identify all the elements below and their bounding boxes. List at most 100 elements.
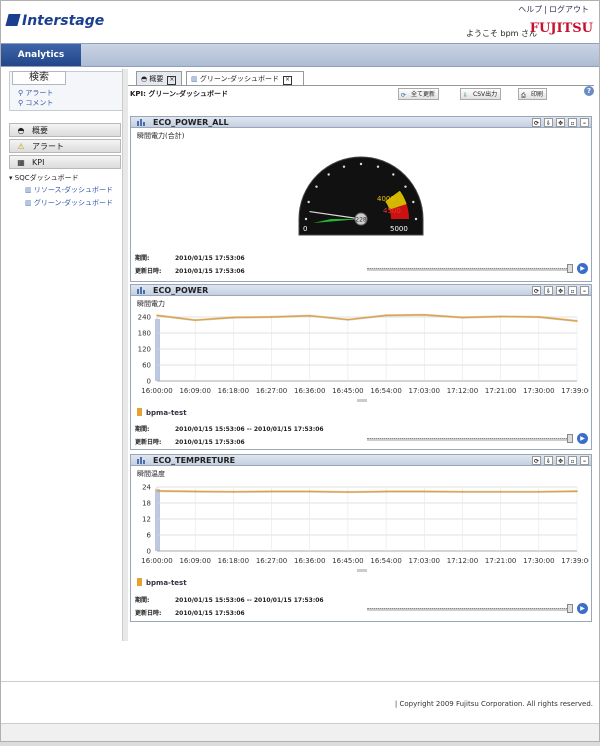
fujitsu-logo: FUJITSU [529, 21, 593, 36]
search-alert-link[interactable]: ⚲ アラート [18, 88, 53, 98]
search-tab[interactable]: 検索 [12, 71, 66, 85]
close-icon[interactable]: – [580, 456, 589, 465]
panel-tools: ⟳ ⇩ ✥ ▫ – [529, 286, 589, 295]
help-link[interactable]: ヘルプ [516, 5, 544, 14]
gauge-label: 4500 [383, 207, 401, 215]
slider-knob[interactable] [567, 264, 573, 273]
data-point [423, 490, 426, 493]
slider-track[interactable] [367, 268, 571, 271]
chart-icon: ▥ [25, 199, 32, 207]
move-icon[interactable]: ✥ [556, 286, 565, 295]
updated-row: 更新日時: 2010/01/15 17:53:06 [135, 268, 245, 275]
y-tick-label: 0 [147, 378, 151, 386]
refresh-icon[interactable]: ⟳ [532, 456, 541, 465]
period-row: 期間: 2010/01/15 17:53:06 [135, 255, 245, 262]
slider-track[interactable] [367, 438, 571, 441]
sidebar-item-alert[interactable]: ⚠ アラート [9, 139, 121, 153]
period-row: 期間: 2010/01/15 15:53:06 -- 2010/01/15 17:… [135, 597, 324, 604]
play-icon[interactable]: ▶ [577, 603, 588, 614]
data-point [232, 316, 235, 319]
data-point [347, 318, 349, 321]
tree-root-sqc[interactable]: ▾ SQCダッシュボード [9, 173, 79, 183]
tree-item-resource-dashboard[interactable]: ▥ リソース-ダッシュボード [25, 185, 113, 195]
refresh-icon[interactable]: ⟳ [532, 118, 541, 127]
slider-knob[interactable] [567, 604, 573, 613]
time-slider[interactable]: ▶ [367, 433, 591, 446]
update-all-button[interactable]: ⟳ 全て更新 [398, 88, 440, 100]
tree-item-green-dashboard[interactable]: ▥ グリーン-ダッシュボード [25, 198, 113, 208]
panel-title-bar: ECO_POWER_ALL ⟳ ⇩ ✥ ▫ – [131, 117, 591, 128]
x-tick-label: 16:54:00 [370, 387, 401, 395]
minimize-icon[interactable]: ▫ [568, 118, 577, 127]
close-icon[interactable]: × [167, 76, 177, 85]
data-point [499, 315, 502, 318]
welcome-text: ようこそ bpm さん [465, 29, 537, 38]
refresh-icon[interactable]: ⟳ [532, 286, 541, 295]
tab-green-dashboard[interactable]: ▥ グリーン-ダッシュボード × [186, 71, 304, 86]
panel-subtitle: 瞬間電力(合計) [137, 132, 185, 140]
play-icon[interactable]: ▶ [577, 263, 588, 274]
tree-expand-icon: ▾ [9, 174, 13, 182]
close-icon[interactable]: – [580, 286, 589, 295]
y-tick-label: 120 [138, 346, 151, 354]
data-point [385, 314, 387, 317]
play-icon[interactable]: ▶ [577, 433, 588, 444]
data-point [461, 316, 464, 319]
x-tick-label: 16:18:00 [218, 557, 249, 565]
data-point [347, 491, 349, 493]
x-tick-label: 16:00:00 [141, 387, 172, 395]
gauge-tick [412, 200, 415, 204]
export-icon[interactable]: ⇩ [544, 118, 553, 127]
nav-tab-analytics[interactable]: Analytics [1, 44, 81, 66]
data-point [270, 316, 273, 318]
x-tick-label: 17:39:00 [561, 557, 589, 565]
chart-resize-grip[interactable] [357, 399, 367, 402]
y-tick-label: 180 [138, 330, 151, 338]
y-tick-label: 12 [142, 516, 151, 524]
data-point [270, 490, 273, 493]
sidebar-item-kpi[interactable]: ▦ KPI [9, 155, 121, 169]
data-point [538, 316, 540, 318]
export-icon[interactable]: ⇩ [544, 456, 553, 465]
legend-item: bpma-test [137, 578, 187, 587]
minimize-icon[interactable]: ▫ [568, 286, 577, 295]
gauge-label: 4000 [377, 195, 395, 203]
csv-export-button[interactable]: ⇩ CSV出力 [460, 88, 502, 100]
data-point [308, 490, 311, 493]
help-icon[interactable]: ? [584, 86, 594, 96]
updated-row: 更新日時: 2010/01/15 17:53:06 [135, 610, 245, 617]
move-icon[interactable]: ✥ [556, 118, 565, 127]
tab-overview[interactable]: ◓ 概要 × [136, 71, 182, 85]
data-point [538, 491, 540, 493]
legend-item: bpma-test [137, 408, 187, 417]
header: Interstage ヘルプ | ログアウト ようこそ bpm さん FUJITSU [1, 1, 599, 43]
slider-knob[interactable] [567, 434, 573, 443]
x-tick-label: 17:03:00 [409, 557, 440, 565]
data-point [194, 319, 196, 321]
x-tick-label: 16:27:00 [256, 387, 287, 395]
minimize-icon[interactable]: ▫ [568, 456, 577, 465]
chart-icon: ▥ [191, 75, 198, 83]
print-button[interactable]: ⎙ 印刷 [518, 88, 548, 100]
data-point [232, 491, 235, 493]
kpi-icon: ▦ [17, 158, 25, 167]
export-icon[interactable]: ⇩ [544, 286, 553, 295]
chart-resize-grip[interactable] [357, 569, 367, 572]
print-icon: ⎙ [521, 92, 526, 99]
move-icon[interactable]: ✥ [556, 456, 565, 465]
close-icon[interactable]: × [283, 76, 293, 85]
nav-bar: Analytics [1, 43, 599, 67]
slider-track[interactable] [367, 608, 571, 611]
legend-swatch [137, 578, 142, 586]
search-comment-link[interactable]: ⚲ コメント [18, 98, 53, 108]
x-tick-label: 17:12:00 [447, 387, 478, 395]
time-slider[interactable]: ▶ [367, 603, 591, 616]
chart-icon: ▥ [25, 186, 32, 194]
close-icon[interactable]: – [580, 118, 589, 127]
logout-link[interactable]: ログアウト [547, 5, 591, 14]
gauge-value-label: 228 [355, 217, 367, 224]
data-point [194, 490, 196, 493]
panel-eco-power-all: ECO_POWER_ALL ⟳ ⇩ ✥ ▫ – 瞬間電力(合計) 0 4000 4500 50… [130, 116, 592, 282]
sidebar-item-overview[interactable]: ◓ 概要 [9, 123, 121, 137]
time-slider[interactable]: ▶ [367, 263, 591, 276]
